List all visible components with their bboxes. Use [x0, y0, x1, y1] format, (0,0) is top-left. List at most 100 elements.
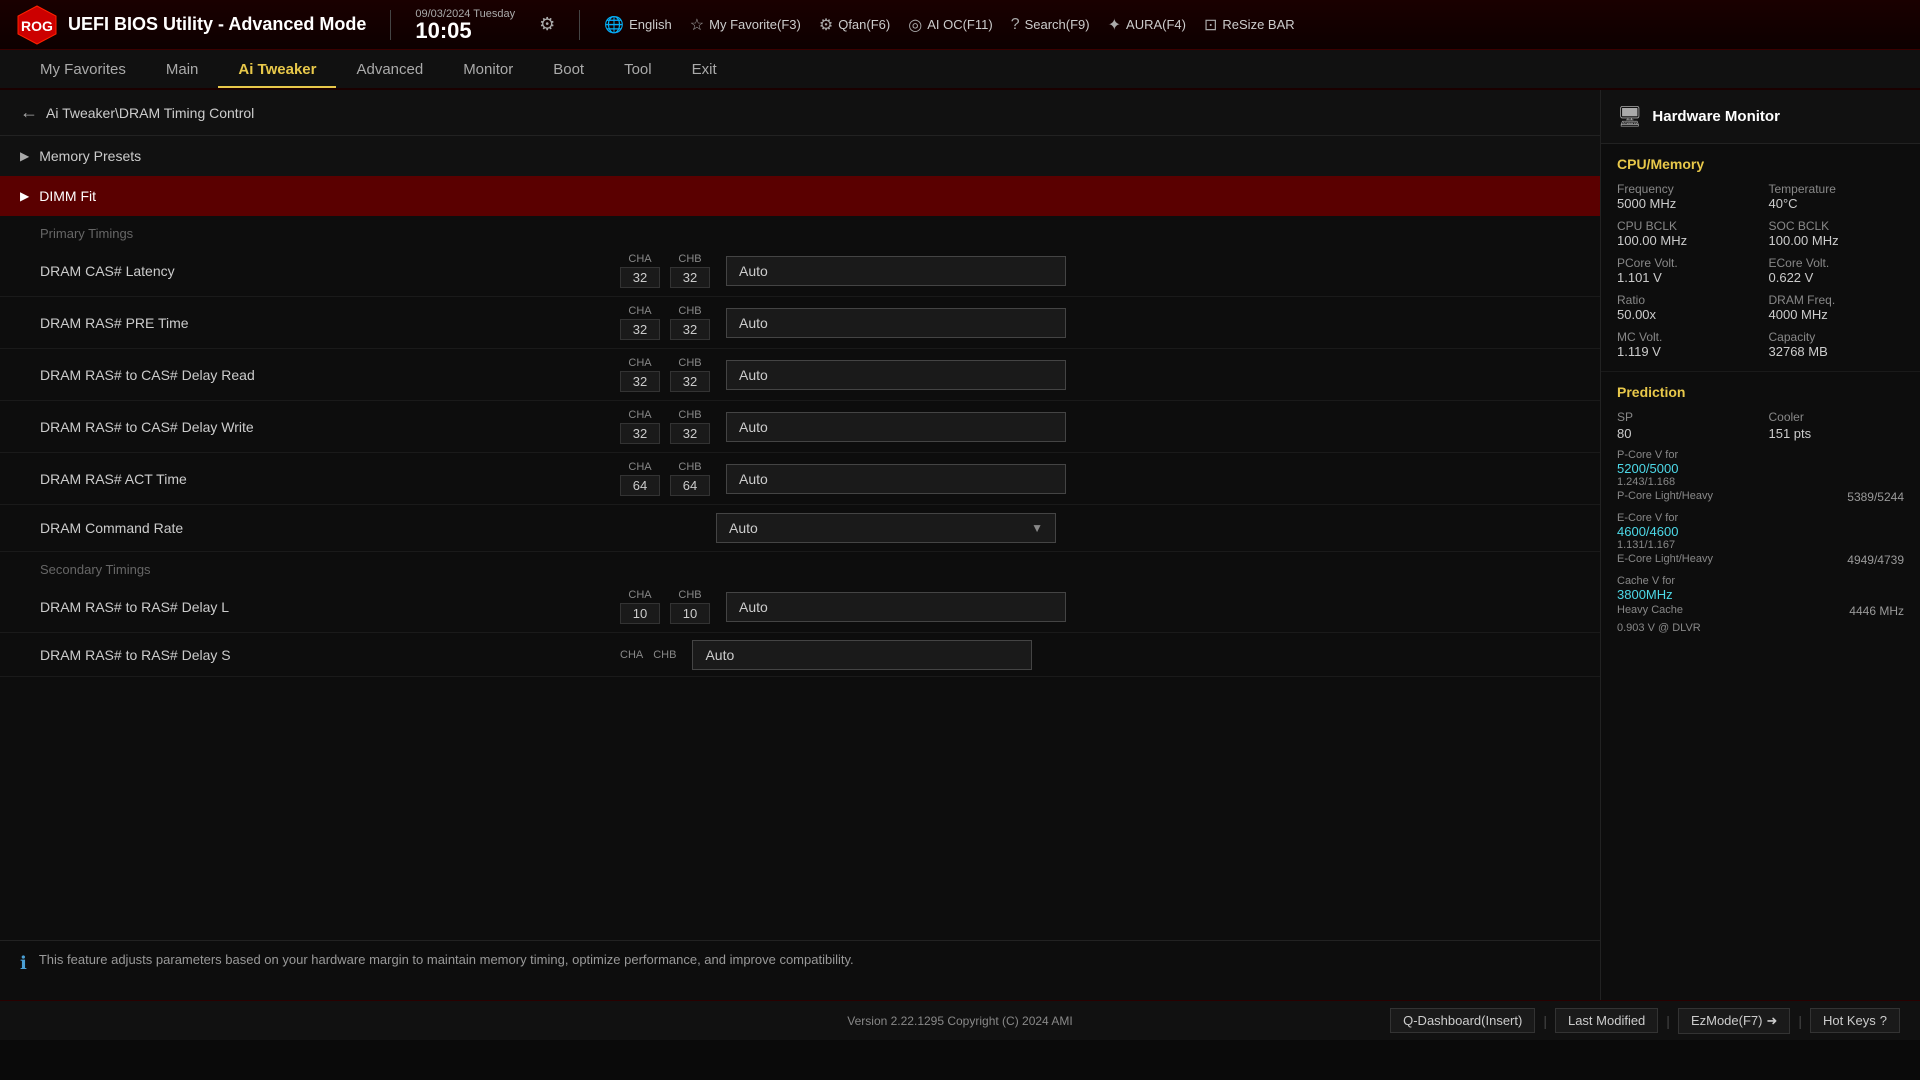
hot-keys-icon: ?: [1880, 1013, 1887, 1028]
prediction-title: Prediction: [1617, 384, 1904, 400]
value-box-ras-cas-read[interactable]: Auto: [726, 360, 1066, 390]
nav-ai-tweaker[interactable]: Ai Tweaker: [218, 53, 336, 88]
tool-my-favorite-label: My Favorite(F3): [709, 17, 801, 32]
cha-value-ras-cas-read: 32: [620, 371, 660, 392]
value-text-ras-cas-write: Auto: [739, 419, 768, 435]
pred-sp: SP 80: [1617, 410, 1753, 441]
hw-frequency: Frequency 5000 MHz: [1617, 182, 1753, 211]
footer-sep-2: |: [1666, 1013, 1670, 1029]
value-box-ras-pre[interactable]: Auto: [726, 308, 1066, 338]
last-modified-button[interactable]: Last Modified: [1555, 1008, 1658, 1033]
footer-sep-3: |: [1798, 1013, 1802, 1029]
breadcrumb: ← Ai Tweaker\DRAM Timing Control: [0, 90, 1600, 136]
resize-icon: ⊡: [1204, 15, 1217, 35]
pcore-v-for-label: P-Core V for: [1617, 449, 1904, 461]
nav-my-favorites[interactable]: My Favorites: [20, 53, 146, 88]
setting-row-dram-ras-cas-read: DRAM RAS# to CAS# Delay Read CHA 32 CHB …: [0, 349, 1600, 401]
nav-monitor[interactable]: Monitor: [443, 53, 533, 88]
cache-heavy-value: 4446 MHz: [1849, 604, 1904, 618]
hw-soc-bclk: SOC BCLK 100.00 MHz: [1769, 219, 1905, 248]
pcore-light-heavy-label: P-Core Light/Heavy: [1617, 490, 1713, 504]
qdashboard-button[interactable]: Q-Dashboard(Insert): [1390, 1008, 1535, 1033]
tool-qfan[interactable]: ⚙ Qfan(F6): [819, 15, 890, 35]
prediction-grid: SP 80 Cooler 151 pts: [1617, 410, 1904, 441]
capacity-label: Capacity: [1769, 330, 1905, 344]
pred-cooler-value: 151 pts: [1769, 426, 1905, 441]
setting-value-command-rate: Auto ▼: [716, 513, 1580, 543]
header-divider-2: [579, 10, 580, 40]
setting-row-dram-ras-pre: DRAM RAS# PRE Time CHA 32 CHB 32 Auto: [0, 297, 1600, 349]
setting-name-dram-command-rate: DRAM Command Rate: [40, 520, 620, 536]
value-box-command-rate[interactable]: Auto ▼: [716, 513, 1056, 543]
chb-label-ras-cas-write: CHB: [678, 409, 701, 421]
cha-value-ras-ras-l: 10: [620, 603, 660, 624]
nav-tool[interactable]: Tool: [604, 53, 672, 88]
tool-my-favorite[interactable]: ☆ My Favorite(F3): [690, 15, 801, 35]
bios-title: UEFI BIOS Utility - Advanced Mode: [68, 14, 366, 35]
footer-sep-1: |: [1543, 1013, 1547, 1029]
chb-value-cas: 32: [670, 267, 710, 288]
value-box-ras-cas-write[interactable]: Auto: [726, 412, 1066, 442]
cpu-bclk-value: 100.00 MHz: [1617, 233, 1753, 248]
tool-search[interactable]: ? Search(F9): [1011, 16, 1090, 34]
value-box-ras-act[interactable]: Auto: [726, 464, 1066, 494]
hw-mc-volt: MC Volt. 1.119 V: [1617, 330, 1753, 359]
memory-presets-section[interactable]: ▶ Memory Presets: [0, 136, 1600, 176]
hw-ecore-volt: ECore Volt. 0.622 V: [1769, 256, 1905, 285]
cha-label-ras-cas-read: CHA: [628, 357, 651, 369]
cha-value-ras-act: 64: [620, 475, 660, 496]
ecore-v-for-value-label: 1.131/1.167: [1617, 539, 1904, 551]
temperature-label: Temperature: [1769, 182, 1905, 196]
setting-name-dram-ras-act: DRAM RAS# ACT Time: [40, 471, 620, 487]
pcore-volt-value: 1.101 V: [1617, 270, 1753, 285]
header: ROG UEFI BIOS Utility - Advanced Mode 09…: [0, 0, 1920, 50]
hot-keys-button[interactable]: Hot Keys ?: [1810, 1008, 1900, 1033]
primary-timings-label: Primary Timings: [0, 216, 1600, 245]
value-box-ras-ras-s[interactable]: Auto: [692, 640, 1032, 670]
value-text-ras-pre: Auto: [739, 315, 768, 331]
cha-label-ras-ras-l: CHA: [628, 589, 651, 601]
nav-main[interactable]: Main: [146, 53, 219, 88]
memory-presets-arrow-icon: ▶: [20, 149, 29, 163]
chb-value-ras-pre: 32: [670, 319, 710, 340]
chb-column-ras-act: CHB 64: [670, 461, 710, 496]
temperature-value: 40°C: [1769, 196, 1905, 211]
hw-ratio: Ratio 50.00x: [1617, 293, 1753, 322]
ezmode-arrow-icon: ➜: [1766, 1013, 1777, 1029]
chb-value-ras-act: 64: [670, 475, 710, 496]
secondary-timings-label: Secondary Timings: [0, 552, 1600, 581]
ecore-v-for-cyan: 4600/4600: [1617, 524, 1904, 539]
tool-ai-oc[interactable]: ◎ AI OC(F11): [908, 15, 992, 35]
setting-name-dram-ras-pre: DRAM RAS# PRE Time: [40, 315, 620, 331]
pred-sp-label: SP: [1617, 410, 1753, 424]
setting-row-dram-cas: DRAM CAS# Latency CHA 32 CHB 32 Auto: [0, 245, 1600, 297]
search-icon: ?: [1011, 16, 1020, 34]
cha-chb-ras-pre: CHA 32 CHB 32: [620, 305, 710, 340]
tool-resize-bar[interactable]: ⊡ ReSize BAR: [1204, 15, 1295, 35]
mc-volt-label: MC Volt.: [1617, 330, 1753, 344]
setting-value-ras-cas-write: Auto: [726, 412, 1580, 442]
cha-chb-ras-ras-l: CHA 10 CHB 10: [620, 589, 710, 624]
setting-name-dram-ras-cas-read: DRAM RAS# to CAS# Delay Read: [40, 367, 620, 383]
nav-boot[interactable]: Boot: [533, 53, 604, 88]
tool-aura[interactable]: ✦ AURA(F4): [1108, 15, 1186, 35]
value-box-ras-ras-l[interactable]: Auto: [726, 592, 1066, 622]
cache-heavy-row: Heavy Cache 4446 MHz: [1617, 604, 1904, 618]
tool-english[interactable]: 🌐 English: [604, 15, 672, 35]
setting-value-ras-cas-read: Auto: [726, 360, 1580, 390]
time-display: 10:05: [415, 20, 515, 42]
ezmode-button[interactable]: EzMode(F7) ➜: [1678, 1008, 1790, 1034]
ecore-light-heavy-label: E-Core Light/Heavy: [1617, 553, 1713, 567]
chb-label-ras-act: CHB: [678, 461, 701, 473]
dimm-fit-section[interactable]: ▶ DIMM Fit: [0, 176, 1600, 216]
footer-right: Q-Dashboard(Insert) | Last Modified | Ez…: [1390, 1008, 1900, 1034]
hw-monitor-header: 🖥 Hardware Monitor: [1601, 90, 1920, 144]
capacity-value: 32768 MB: [1769, 344, 1905, 359]
nav-advanced[interactable]: Advanced: [336, 53, 443, 88]
nav-exit[interactable]: Exit: [672, 53, 737, 88]
value-box-cas[interactable]: Auto: [726, 256, 1066, 286]
back-button[interactable]: ←: [20, 102, 38, 123]
settings-icon[interactable]: ⚙: [539, 14, 555, 35]
cha-chb-cas: CHA 32 CHB 32: [620, 253, 710, 288]
globe-icon: 🌐: [604, 15, 624, 35]
